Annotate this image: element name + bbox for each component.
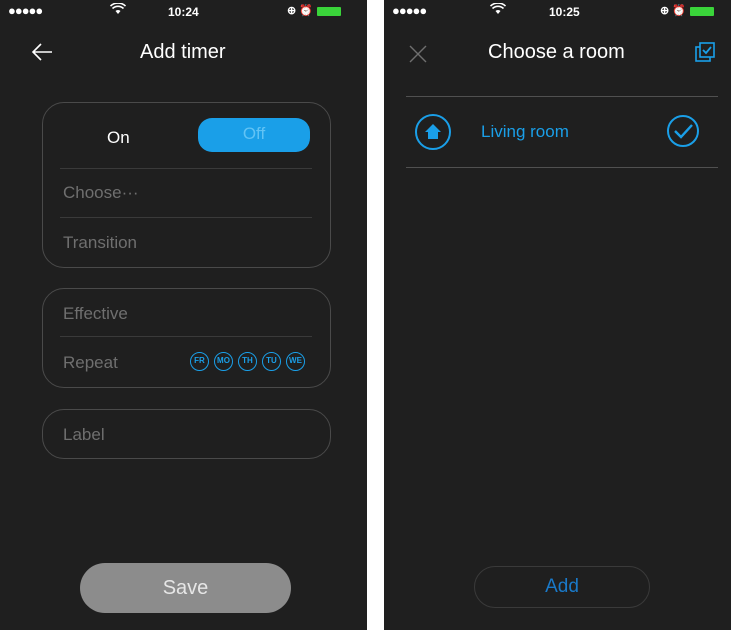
status-icons: ⊕ ⏰ [660, 4, 714, 17]
add-button[interactable]: Add [474, 566, 650, 608]
battery-icon [689, 6, 714, 16]
divider [406, 96, 718, 97]
status-time: 10:24 [168, 5, 199, 19]
status-bar: ●●●●● 10:25 ⊕ ⏰ [384, 0, 731, 24]
status-icons: ⊕ ⏰ [287, 4, 341, 17]
battery-icon [316, 6, 341, 16]
on-toggle[interactable]: On [107, 128, 130, 148]
page-title: Choose a room [488, 41, 625, 63]
day-badge-fr: FR [190, 352, 209, 371]
signal-indicator: ●●●●● [392, 3, 427, 18]
wifi-icon [489, 2, 507, 18]
day-badge-th: TH [238, 352, 257, 371]
add-timer-screen: ●●●●● 10:24 ⊕ ⏰ Add timer On Off Choose·… [0, 0, 367, 630]
close-icon[interactable] [408, 40, 428, 71]
status-bar: ●●●●● 10:24 ⊕ ⏰ [0, 0, 367, 24]
divider [60, 168, 312, 169]
select-all-icon[interactable] [694, 41, 716, 63]
wifi-icon [109, 2, 127, 18]
home-icon [415, 114, 451, 150]
transition-row[interactable]: Transition [63, 233, 137, 253]
room-name: Living room [481, 122, 569, 141]
save-button[interactable]: Save [80, 563, 291, 613]
day-badge-mo: MO [214, 352, 233, 371]
divider [406, 167, 718, 168]
off-toggle[interactable]: Off [198, 118, 310, 152]
back-arrow-icon[interactable] [30, 42, 54, 68]
label-field[interactable]: Label [63, 425, 105, 445]
signal-indicator: ●●●●● [8, 3, 43, 18]
day-badge-tu: TU [262, 352, 281, 371]
effective-row[interactable]: Effective [63, 304, 128, 324]
divider [60, 217, 312, 218]
checkmark-icon[interactable] [666, 114, 700, 148]
choose-row[interactable]: Choose··· [63, 183, 139, 203]
divider [60, 336, 312, 337]
schedule-card [42, 288, 331, 388]
page-title: Add timer [140, 41, 226, 63]
status-time: 10:25 [549, 5, 580, 19]
alarm-icons: ⊕ ⏰ [287, 5, 313, 17]
day-badge-we: WE [286, 352, 305, 371]
repeat-row[interactable]: Repeat [63, 353, 118, 373]
alarm-icons: ⊕ ⏰ [660, 5, 686, 17]
choose-room-screen: ●●●●● 10:25 ⊕ ⏰ Choose a room Living roo… [384, 0, 731, 630]
